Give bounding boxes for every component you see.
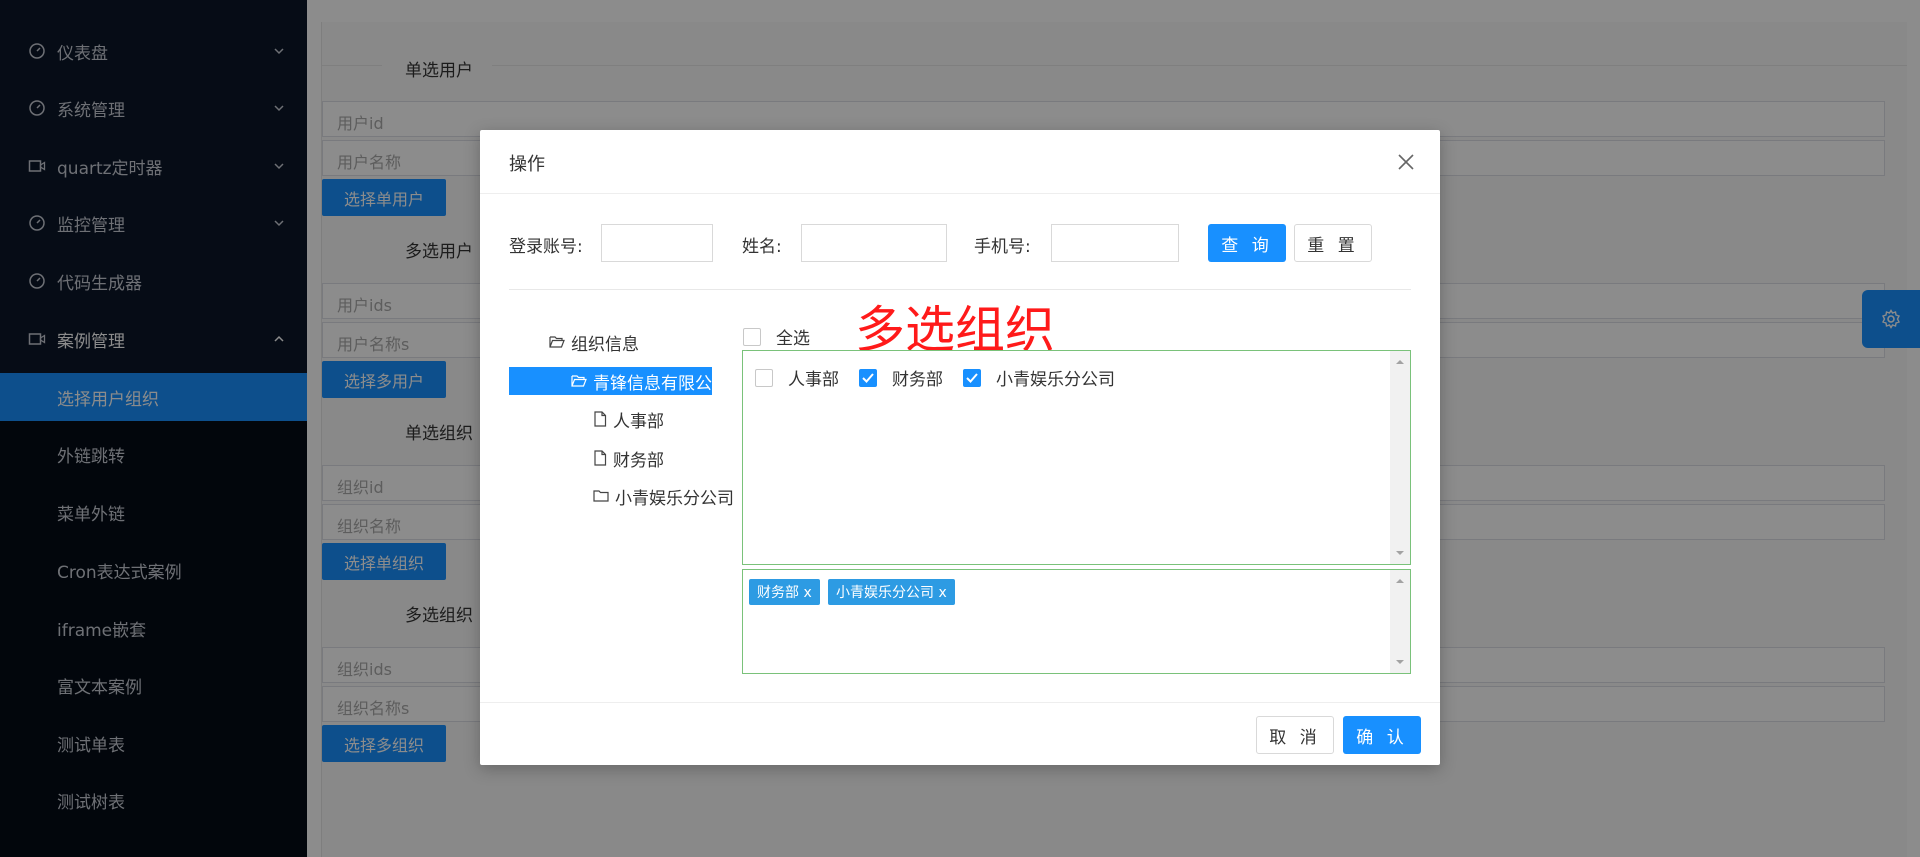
scroll-down-icon[interactable] (1390, 655, 1410, 669)
options-box: 人事部 财务部 小青娱乐分公司 (742, 350, 1411, 565)
option-checkbox[interactable] (755, 368, 773, 387)
option-hr[interactable]: 人事部 (755, 365, 839, 390)
tree-node-branch[interactable]: 小青娱乐分公司 (593, 482, 734, 510)
tree-node-hr[interactable]: 人事部 (593, 405, 664, 433)
check-icon (862, 372, 874, 383)
tree-label: 组织信息 (571, 334, 639, 355)
folder-open-icon (549, 336, 565, 348)
option-branch[interactable]: 小青娱乐分公司 (963, 365, 1115, 390)
option-checkbox-checked[interactable] (859, 368, 877, 387)
scroll-down-icon[interactable] (1390, 546, 1410, 560)
option-finance[interactable]: 财务部 (859, 365, 943, 390)
tree-label: 青锋信息有限公 (593, 373, 712, 394)
phone-label: 手机号: (974, 237, 1031, 257)
tree-node-root[interactable]: 组织信息 (549, 328, 639, 356)
reset-button[interactable]: 重 置 (1294, 224, 1372, 262)
name-input[interactable] (801, 224, 947, 262)
modal-header: 操作 (480, 130, 1440, 194)
search-button[interactable]: 查 询 (1208, 224, 1286, 262)
selected-tag[interactable]: 财务部 x (749, 579, 820, 605)
option-label: 人事部 (788, 370, 839, 390)
option-label: 小青娱乐分公司 (996, 370, 1115, 390)
tree-label: 财务部 (613, 450, 664, 471)
modal-title: 操作 (509, 154, 545, 175)
phone-input[interactable] (1051, 224, 1179, 262)
selected-tag[interactable]: 小青娱乐分公司 x (828, 579, 955, 605)
login-account-label: 登录账号: (509, 237, 583, 257)
check-icon (966, 372, 978, 383)
tree-node-company[interactable]: 青锋信息有限公 (509, 367, 712, 395)
folder-open-icon (571, 375, 587, 387)
operation-modal: 操作 登录账号: 姓名: 手机号: 查 询 重 置 组织信息 青锋信息有限公 人… (480, 130, 1440, 765)
scroll-up-icon[interactable] (1390, 574, 1410, 588)
modal-footer-divider (480, 702, 1440, 703)
file-icon (594, 450, 607, 466)
confirm-button[interactable]: 确 认 (1343, 716, 1421, 754)
folder-icon (593, 490, 609, 502)
login-account-input[interactable] (601, 224, 713, 262)
scroll-up-icon[interactable] (1390, 355, 1410, 369)
select-all-row[interactable]: 全选 (743, 324, 810, 349)
close-icon[interactable] (1396, 152, 1416, 172)
file-icon (594, 411, 607, 427)
select-all-label: 全选 (776, 329, 810, 349)
scrollbar[interactable] (1390, 570, 1410, 673)
option-label: 财务部 (892, 370, 943, 390)
selected-tags-box: 财务部 x 小青娱乐分公司 x (742, 569, 1411, 674)
name-label: 姓名: (742, 237, 782, 257)
tree-node-finance[interactable]: 财务部 (593, 444, 664, 472)
select-all-checkbox[interactable] (743, 327, 761, 346)
scrollbar[interactable] (1390, 351, 1410, 564)
tree-label: 人事部 (613, 411, 664, 432)
tree-label: 小青娱乐分公司 (615, 488, 734, 509)
cancel-button[interactable]: 取 消 (1256, 716, 1334, 754)
option-checkbox-checked[interactable] (963, 368, 981, 387)
